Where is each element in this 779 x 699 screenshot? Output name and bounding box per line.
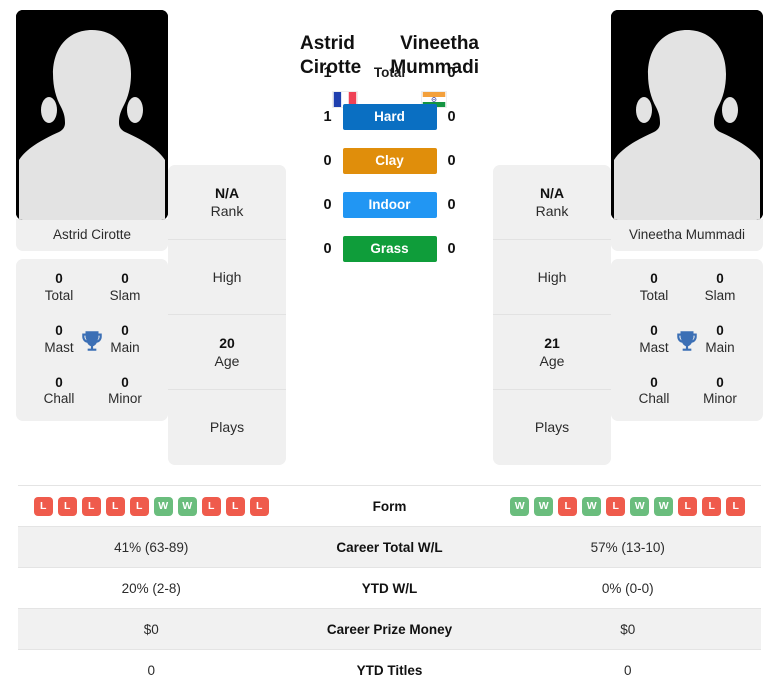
table-row-career-total-wl: 41% (63-89) Career Total W/L 57% (13-10): [18, 526, 761, 567]
h2h-clay-left-score: 0: [323, 152, 332, 169]
left-high-row: High: [168, 240, 286, 315]
h2h-row-total: 1 Total 0: [305, 60, 475, 86]
left-player-column: Astrid Cirotte 0 Total 0 Slam 0 Mast 0 M…: [16, 10, 168, 422]
left-player-photo-name: Astrid Cirotte: [16, 219, 168, 251]
right-player-photo[interactable]: [611, 10, 763, 220]
form-badge-win: W: [153, 496, 173, 516]
right-player-stats-column: N/A Rank High 21 Age Plays: [493, 165, 611, 465]
form-badge-loss: L: [606, 496, 626, 516]
right-form-cell: WWLWLWWLLL: [495, 496, 762, 516]
trophy-icon: [82, 331, 102, 351]
left-rank-row: N/A Rank: [168, 165, 286, 240]
left-plays-row: Plays: [209, 419, 245, 436]
left-ytd-titles: 0: [147, 662, 155, 678]
left-career-prize-money: $0: [143, 621, 159, 637]
right-rank-row: N/A Rank: [493, 165, 611, 240]
left-titles-slam: 0 Slam: [109, 271, 141, 303]
form-badge-loss: L: [201, 496, 221, 516]
form-badge-win: W: [177, 496, 197, 516]
left-player-stats-column: N/A Rank High 20 Age Plays: [168, 165, 286, 465]
surface-h2h-list: 1 Total 0 1 Hard 0 0 Clay 0 0 Indoor 0 0…: [290, 60, 489, 262]
left-titles-total: 0 Total: [44, 271, 74, 303]
form-badge-loss: L: [558, 496, 578, 516]
left-titles-minor: 0 Minor: [108, 374, 142, 407]
form-badge-win: W: [630, 496, 650, 516]
h2h-grass-right-score: 0: [447, 240, 456, 257]
h2h-hard-right-score: 0: [447, 108, 456, 125]
right-plays-row: Plays: [534, 419, 570, 436]
avatar-placeholder-icon: [16, 10, 168, 220]
form-badge-loss: L: [678, 496, 698, 516]
right-ytd-titles: 0: [623, 662, 632, 678]
h2h-indoor-right-score: 0: [447, 196, 456, 213]
form-badge-loss: L: [33, 496, 53, 516]
right-titles-slam: 0 Slam: [704, 271, 736, 303]
form-badge-loss: L: [105, 496, 125, 516]
h2h-row-grass: 0 Grass 0: [305, 235, 475, 262]
right-player-column: Vineetha Mummadi 0 Total 0 Slam 0 Mast 0…: [611, 10, 763, 422]
form-badge-win: W: [534, 496, 554, 516]
h2h-row-hard: 1 Hard 0: [305, 103, 475, 130]
h2h-grass-label: Grass: [342, 235, 437, 262]
form-badge-win: W: [654, 496, 674, 516]
row-label-ytd-wl: YTD W/L: [361, 580, 418, 596]
trophy-icon: [677, 331, 697, 351]
h2h-total-left-score: 1: [323, 64, 332, 81]
right-high-row: High: [493, 240, 611, 315]
h2h-hard-label: Hard: [342, 103, 437, 130]
right-career-prize-money: $0: [620, 621, 636, 637]
right-form-strip: WWLWLWWLLL: [510, 496, 746, 516]
row-label-career-prize-money: Career Prize Money: [326, 621, 453, 637]
head-to-head-column: Astrid Cirotte Vineetha Mummadi 1 Total …: [286, 10, 493, 262]
h2h-total-label: Total: [373, 64, 406, 80]
form-badge-loss: L: [702, 496, 722, 516]
form-badge-loss: L: [249, 496, 269, 516]
form-badge-loss: L: [225, 496, 245, 516]
table-row-ytd-titles: 0 YTD Titles 0: [18, 649, 761, 690]
h2h-clay-label: Clay: [342, 147, 437, 174]
left-player-photo[interactable]: [16, 10, 168, 220]
form-badge-loss: L: [57, 496, 77, 516]
h2h-clay-right-score: 0: [447, 152, 456, 169]
comparison-header: Astrid Cirotte 0 Total 0 Slam 0 Mast 0 M…: [0, 0, 779, 470]
form-badge-win: W: [510, 496, 530, 516]
h2h-indoor-left-score: 0: [323, 196, 332, 213]
right-career-total-wl: 57% (13-10): [590, 539, 665, 555]
comparison-stats-table: LLLLLWWLLL Form WWLWLWWLLL 41% (63-89) C…: [0, 485, 779, 690]
right-titles-total: 0 Total: [639, 271, 669, 303]
h2h-total-right-score: 0: [447, 64, 456, 81]
player-comparison-page: Astrid Cirotte 0 Total 0 Slam 0 Mast 0 M…: [0, 0, 779, 699]
left-age-row: 20 Age: [168, 315, 286, 390]
h2h-row-clay: 0 Clay 0: [305, 147, 475, 174]
right-titles-chall: 0 Chall: [638, 374, 670, 407]
left-form-cell: LLLLLWWLLL: [18, 496, 285, 516]
right-age-row: 21 Age: [493, 315, 611, 390]
row-label-ytd-titles: YTD Titles: [356, 662, 423, 678]
avatar-placeholder-icon: [611, 10, 763, 220]
right-titles-minor: 0 Minor: [703, 374, 737, 407]
form-badge-win: W: [582, 496, 602, 516]
form-badge-loss: L: [129, 496, 149, 516]
table-row-form: LLLLLWWLLL Form WWLWLWWLLL: [18, 485, 761, 526]
right-player-photo-name: Vineetha Mummadi: [611, 219, 763, 251]
h2h-grass-left-score: 0: [323, 240, 332, 257]
h2h-indoor-label: Indoor: [342, 191, 437, 218]
left-form-strip: LLLLLWWLLL: [33, 496, 269, 516]
h2h-hard-left-score: 1: [323, 108, 332, 125]
left-titles-chall: 0 Chall: [43, 374, 75, 407]
table-row-career-prize-money: $0 Career Prize Money $0: [18, 608, 761, 649]
left-ytd-wl: 20% (2-8): [121, 580, 181, 596]
row-label-form: Form: [372, 498, 407, 514]
left-player-titles-card: 0 Total 0 Slam 0 Mast 0 Main 0 Chall 0 M…: [16, 259, 168, 422]
row-label-career-total-wl: Career Total W/L: [336, 539, 443, 555]
table-row-ytd-wl: 20% (2-8) YTD W/L 0% (0-0): [18, 567, 761, 608]
right-player-titles-card: 0 Total 0 Slam 0 Mast 0 Main 0 Chall 0 M…: [611, 259, 763, 422]
form-badge-loss: L: [726, 496, 746, 516]
h2h-row-indoor: 0 Indoor 0: [305, 191, 475, 218]
right-ytd-wl: 0% (0-0): [601, 580, 654, 596]
left-career-total-wl: 41% (63-89): [114, 539, 189, 555]
form-badge-loss: L: [81, 496, 101, 516]
